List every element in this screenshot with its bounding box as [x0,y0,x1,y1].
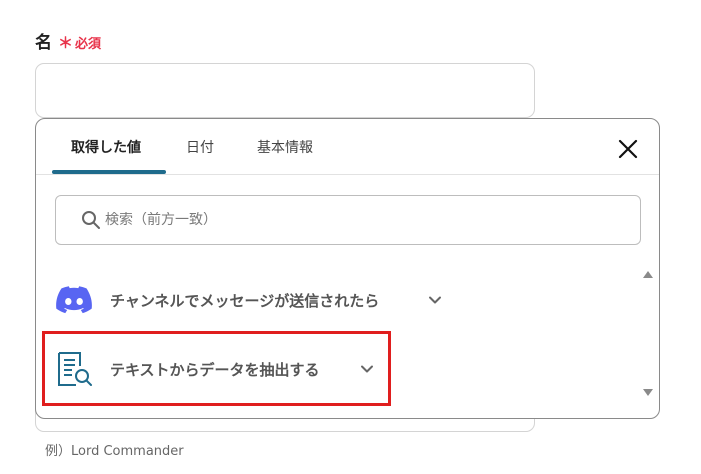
field-label: 名 [35,33,52,53]
tab-bar: 取得した値 日付 基本情報 [36,119,659,175]
list-item-label: テキストからデータを抽出する [110,360,320,379]
tab-date[interactable]: 日付 [186,119,214,175]
name-input[interactable] [35,63,535,118]
field-label-row: 名 ＊ 必須 [35,28,101,53]
scroll-up-arrow-icon[interactable] [643,271,653,278]
list-item-label: チャンネルでメッセージが送信されたら [110,291,380,310]
required-star: ＊ [58,34,74,52]
scrollbar[interactable] [638,263,656,403]
tab-basic-info[interactable]: 基本情報 [257,119,313,175]
chevron-down-icon[interactable] [360,362,374,376]
required-badge: 必須 [75,37,102,52]
list-item-discord-trigger[interactable]: チャンネルでメッセージが送信されたら [36,276,466,324]
active-tab-indicator [52,170,166,174]
close-icon [618,139,638,159]
scroll-down-arrow-icon[interactable] [643,389,653,396]
list-item-extract-data[interactable]: テキストからデータを抽出する [36,345,386,393]
discord-icon [56,286,92,314]
chevron-down-icon[interactable] [428,293,442,307]
search-icon [82,211,100,229]
search-input[interactable] [105,212,605,228]
close-button[interactable] [616,137,640,161]
value-picker-popup: 取得した値 日付 基本情報 チャンネルでメッセージが送信されたら [35,118,660,419]
tab-retrieved-values[interactable]: 取得した値 [71,119,141,175]
example-hint: 例）Lord Commander [45,444,184,459]
search-box [55,195,641,245]
document-search-icon [58,352,92,386]
